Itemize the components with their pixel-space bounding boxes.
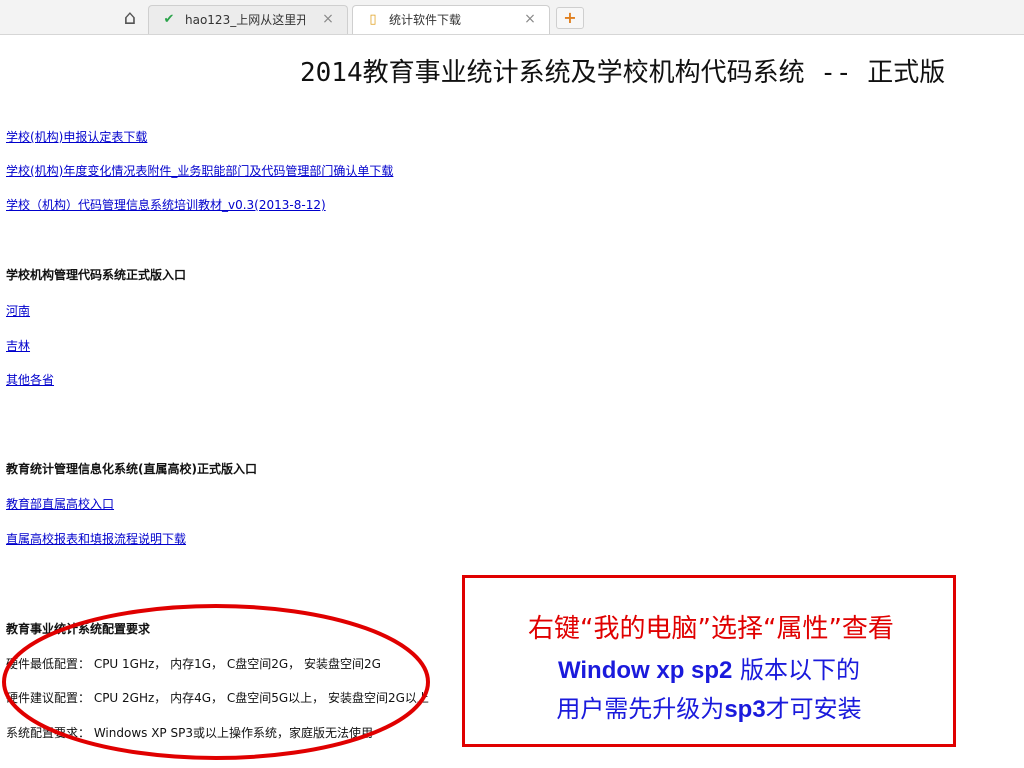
tab-title: 统计软件下载 (389, 13, 462, 27)
link-henan[interactable]: 河南 (6, 302, 30, 319)
requirement-minimum: 硬件最低配置： CPU 1GHz， 内存1G， C盘空间2G， 安装盘空间2G (6, 657, 381, 671)
callout-os-version: Window xp sp2 (557, 657, 733, 684)
callout-line-2-text: 版本以下的 (732, 656, 861, 684)
section-heading-code-system: 学校机构管理代码系统正式版入口 (6, 268, 187, 282)
callout-line-3: 用户需先升级为sp3才可安装 (465, 689, 953, 724)
page-icon: ▯ (369, 12, 377, 27)
page-title: 2014教育事业统计系统及学校机构代码系统 -- 正式版 (300, 58, 946, 88)
callout-line-3-pre: 用户需先升级为 (556, 695, 725, 723)
browser-tab-bar: ⌂ ✔ hao123_上网从这里开始 × ▯ 统计软件下载 × + (0, 0, 1024, 35)
link-university-guide[interactable]: 直属高校报表和填报流程说明下载 (6, 530, 186, 547)
close-icon[interactable]: × (321, 11, 335, 27)
callout-line-2: Window xp sp2 版本以下的 (465, 650, 953, 685)
home-icon[interactable]: ⌂ (118, 6, 142, 28)
callout-line-3-post: 才可安装 (765, 695, 862, 723)
tab-hao123[interactable]: ✔ hao123_上网从这里开始 × (148, 5, 348, 34)
requirement-system: 系统配置要求： Windows XP SP3或以上操作系统，家庭版无法使用 (6, 726, 373, 740)
link-training-material[interactable]: 学校（机构）代码管理信息系统培训教材_v0.3(2013-8-12) (6, 196, 326, 213)
tab-software-download[interactable]: ▯ 统计软件下载 × (352, 5, 550, 34)
callout-sp3: sp3 (724, 696, 766, 723)
callout-box: 右键“我的电脑”选择“属性”查看 Window xp sp2 版本以下的 用户需… (462, 575, 956, 747)
section-heading-university-system: 教育统计管理信息化系统(直属高校)正式版入口 (6, 462, 257, 476)
hao123-icon: ✔ (163, 12, 175, 27)
requirement-recommended: 硬件建议配置： CPU 2GHz， 内存4G， C盘空间5G以上， 安装盘空间2… (6, 691, 429, 705)
tab-title: hao123_上网从这里开始 (185, 13, 305, 27)
callout-line-1: 右键“我的电脑”选择“属性”查看 (528, 614, 894, 644)
section-heading-requirements: 教育事业统计系统配置要求 (6, 622, 151, 636)
new-tab-button[interactable]: + (556, 7, 584, 29)
link-application-form[interactable]: 学校(机构)申报认定表下载 (6, 128, 147, 145)
link-other-provinces[interactable]: 其他各省 (6, 371, 54, 388)
link-university-entry[interactable]: 教育部直属高校入口 (6, 495, 114, 512)
link-jilin[interactable]: 吉林 (6, 337, 30, 354)
close-icon[interactable]: × (523, 11, 537, 27)
link-annual-change-form[interactable]: 学校(机构)年度变化情况表附件_业务职能部门及代码管理部门确认单下载 (6, 162, 393, 179)
